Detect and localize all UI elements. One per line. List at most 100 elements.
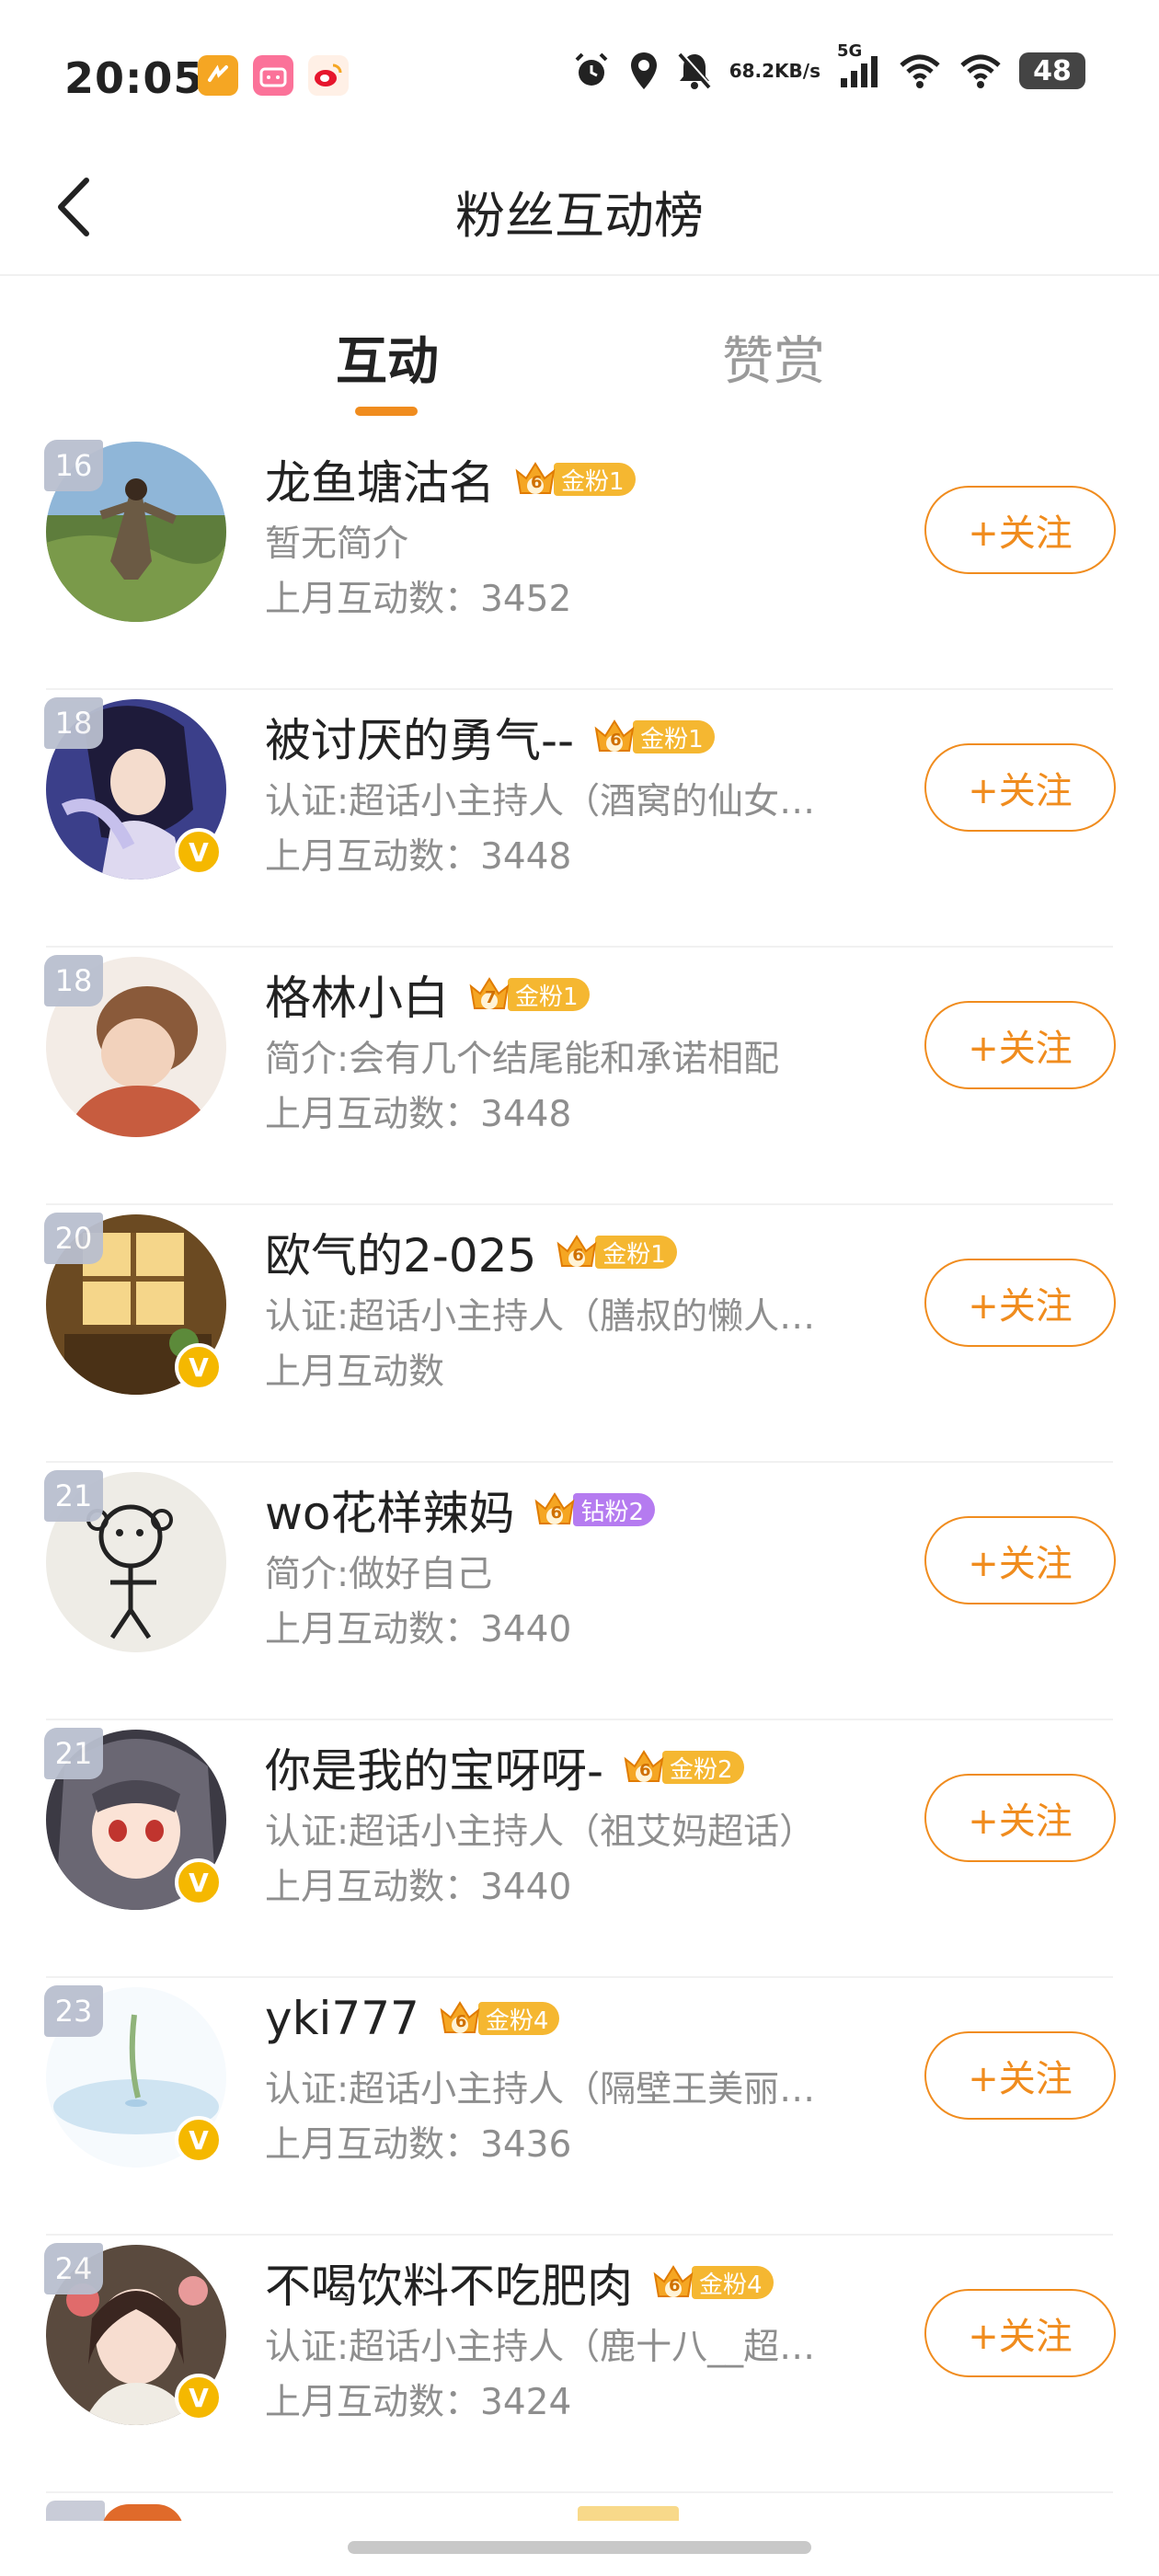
verified-icon: V <box>175 2374 223 2421</box>
interaction-count: 上月互动数：3440 <box>265 1609 572 1650</box>
interaction-count: 上月互动数：3448 <box>265 1094 572 1135</box>
nav-header: 粉丝互动榜 <box>0 138 1159 276</box>
follow-button[interactable]: +关注 <box>924 2031 1116 2120</box>
signal-icon: 5G <box>837 41 881 89</box>
follow-button[interactable]: +关注 <box>924 743 1116 832</box>
verified-icon: V <box>175 1343 223 1391</box>
fan-label: 钻粉2 <box>573 1493 656 1526</box>
interaction-count: 上月互动数：3448 <box>265 836 572 878</box>
fan-level-badge: 7 金粉1 <box>465 973 590 1016</box>
home-indicator[interactable] <box>348 2541 811 2554</box>
fan-level-badge: 6 金粉2 <box>620 1746 744 1788</box>
crown-icon: 7 <box>465 973 513 1016</box>
rank-badge-partial <box>46 2501 105 2521</box>
list-item-partial <box>0 2493 1159 2521</box>
follow-button[interactable]: +关注 <box>924 1774 1116 1862</box>
crown-icon: 6 <box>511 458 559 500</box>
interaction-count: 上月互动数：3440 <box>265 1867 572 1908</box>
rank-badge: 18 <box>44 697 103 749</box>
net-speed-value: 68.2 <box>729 60 775 82</box>
tab-bar: 互动 赞赏 <box>0 276 1159 423</box>
user-name[interactable]: 被讨厌的勇气-- <box>265 704 574 770</box>
status-bar: 20:05 68.2 KB/s 5G 48 <box>0 0 1159 138</box>
tab-active-indicator <box>355 407 418 416</box>
crown-icon: 6 <box>436 1997 484 2040</box>
list-item[interactable]: 21 wo花样辣妈 6 钻粉2 简介:做好自己 上月互动数：3440 +关注 <box>0 1463 1159 1720</box>
follow-button[interactable]: +关注 <box>924 1259 1116 1347</box>
fan-label: 金粉2 <box>662 1751 744 1784</box>
page-title: 粉丝互动榜 <box>455 187 704 245</box>
wifi-icon <box>898 52 942 89</box>
net-speed-unit: KB/s <box>775 60 820 82</box>
crown-icon: 6 <box>620 1746 668 1788</box>
user-bio: 认证:超话小主持人（膳叔的懒人… <box>265 1296 816 1338</box>
fan-list: 16 龙鱼塘沽名 6 金粉1 暂无简介 上月互动数：3452 +关注 18 V <box>0 432 1159 2493</box>
list-item[interactable]: 18 格林小白 7 金粉1 简介:会有几个结尾能和承诺相配 上月互动数：3448… <box>0 948 1159 1205</box>
follow-button[interactable]: +关注 <box>924 1001 1116 1089</box>
fan-label: 金粉1 <box>595 1236 677 1269</box>
user-name[interactable]: 龙鱼塘沽名 <box>265 446 495 512</box>
user-bio: 暂无简介 <box>265 523 409 565</box>
verified-icon: V <box>175 828 223 876</box>
crown-level: 6 <box>550 1503 563 1523</box>
fan-badge-partial <box>578 2506 679 2521</box>
fan-label: 金粉1 <box>633 720 715 753</box>
alarm-icon <box>571 51 612 91</box>
list-item[interactable]: 21 V 你是我的宝呀呀- 6 金粉2 认证:超话小主持人（祖艾妈超话） 上月互… <box>0 1720 1159 1978</box>
list-item[interactable]: 24 V 不喝饮料不吃肥肉 6 金粉4 认证:超话小主持人（鹿十八__超… 上月… <box>0 2236 1159 2493</box>
list-item[interactable]: 20 V 欧气的2-025 6 金粉1 认证:超话小主持人（膳叔的懒人… 上月互… <box>0 1205 1159 1463</box>
user-bio: 简介:会有几个结尾能和承诺相配 <box>265 1039 780 1080</box>
user-bio: 认证:超话小主持人（隔壁王美丽… <box>265 2069 816 2110</box>
battery-icon: 48 <box>1019 52 1085 89</box>
user-bio: 认证:超话小主持人（酒窝的仙女… <box>265 781 816 822</box>
rank-badge: 21 <box>44 1728 103 1779</box>
verified-icon: V <box>175 1858 223 1906</box>
list-item[interactable]: 16 龙鱼塘沽名 6 金粉1 暂无简介 上月互动数：3452 +关注 <box>0 432 1159 690</box>
avatar-partial <box>101 2504 184 2521</box>
crown-level: 6 <box>572 1246 584 1265</box>
crown-level: 7 <box>485 988 497 1007</box>
follow-button[interactable]: +关注 <box>924 486 1116 574</box>
user-name[interactable]: wo花样辣妈 <box>265 1477 514 1543</box>
list-item[interactable]: 18 V 被讨厌的勇气-- 6 金粉1 认证:超话小主持人（酒窝的仙女… 上月互… <box>0 690 1159 948</box>
user-name[interactable]: 不喝饮料不吃肥肉 <box>265 2249 633 2316</box>
app-notification-icon <box>198 55 238 96</box>
crown-icon: 6 <box>553 1231 601 1273</box>
crown-icon: 6 <box>649 2261 697 2304</box>
user-name[interactable]: 你是我的宝呀呀- <box>265 1734 603 1800</box>
user-bio: 简介:做好自己 <box>265 1554 493 1595</box>
follow-button[interactable]: +关注 <box>924 1516 1116 1604</box>
weibo-icon <box>308 55 349 96</box>
user-bio: 认证:超话小主持人（祖艾妈超话） <box>265 1811 816 1853</box>
system-icons: 68.2 KB/s 5G 48 <box>571 41 1085 91</box>
list-item[interactable]: 23 V yki777 6 金粉4 认证:超话小主持人（隔壁王美丽… 上月互动数… <box>0 1978 1159 2236</box>
fan-level-badge: 6 金粉4 <box>649 2261 774 2304</box>
fan-level-badge: 6 钻粉2 <box>531 1489 656 1531</box>
user-name[interactable]: 欧气的2-025 <box>265 1219 536 1285</box>
network-type: 5G <box>837 41 863 61</box>
rank-badge: 20 <box>44 1213 103 1264</box>
follow-button[interactable]: +关注 <box>924 2289 1116 2377</box>
user-name[interactable]: yki777 <box>265 1992 419 2045</box>
wifi-2-icon <box>958 52 1003 89</box>
crown-level: 6 <box>610 730 622 750</box>
interaction-count: 上月互动数：3452 <box>265 579 572 620</box>
crown-level: 6 <box>454 2012 467 2031</box>
rank-badge: 23 <box>44 1985 103 2037</box>
rank-badge: 24 <box>44 2243 103 2294</box>
fan-level-badge: 6 金粉4 <box>436 1997 560 2040</box>
user-bio: 认证:超话小主持人（鹿十八__超… <box>265 2327 816 2368</box>
location-icon <box>628 51 660 91</box>
fan-label: 金粉1 <box>554 463 636 496</box>
fan-label: 金粉1 <box>508 978 590 1011</box>
tab-interaction[interactable]: 互动 <box>336 320 439 395</box>
crown-icon: 6 <box>591 716 638 758</box>
crown-level: 6 <box>531 473 543 492</box>
user-name[interactable]: 格林小白 <box>265 961 449 1028</box>
tab-reward[interactable]: 赞赏 <box>722 320 825 395</box>
status-time: 20:05 <box>64 53 204 103</box>
interaction-count: 上月互动数：3424 <box>265 2382 572 2423</box>
fan-label: 金粉4 <box>692 2266 774 2299</box>
crown-level: 6 <box>639 1761 651 1780</box>
fan-level-badge: 6 金粉1 <box>511 458 636 500</box>
